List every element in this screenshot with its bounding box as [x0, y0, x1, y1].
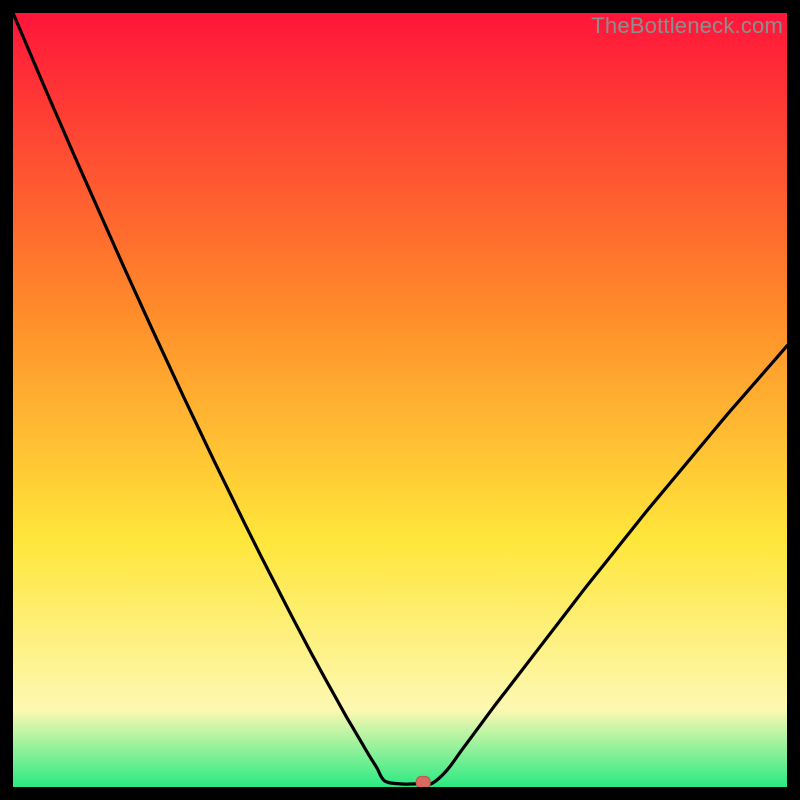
chart-svg [13, 13, 787, 787]
optimal-point-marker [416, 776, 430, 787]
gradient-background [13, 13, 787, 787]
chart-frame: TheBottleneck.com [13, 13, 787, 787]
watermark-label: TheBottleneck.com [591, 13, 783, 39]
